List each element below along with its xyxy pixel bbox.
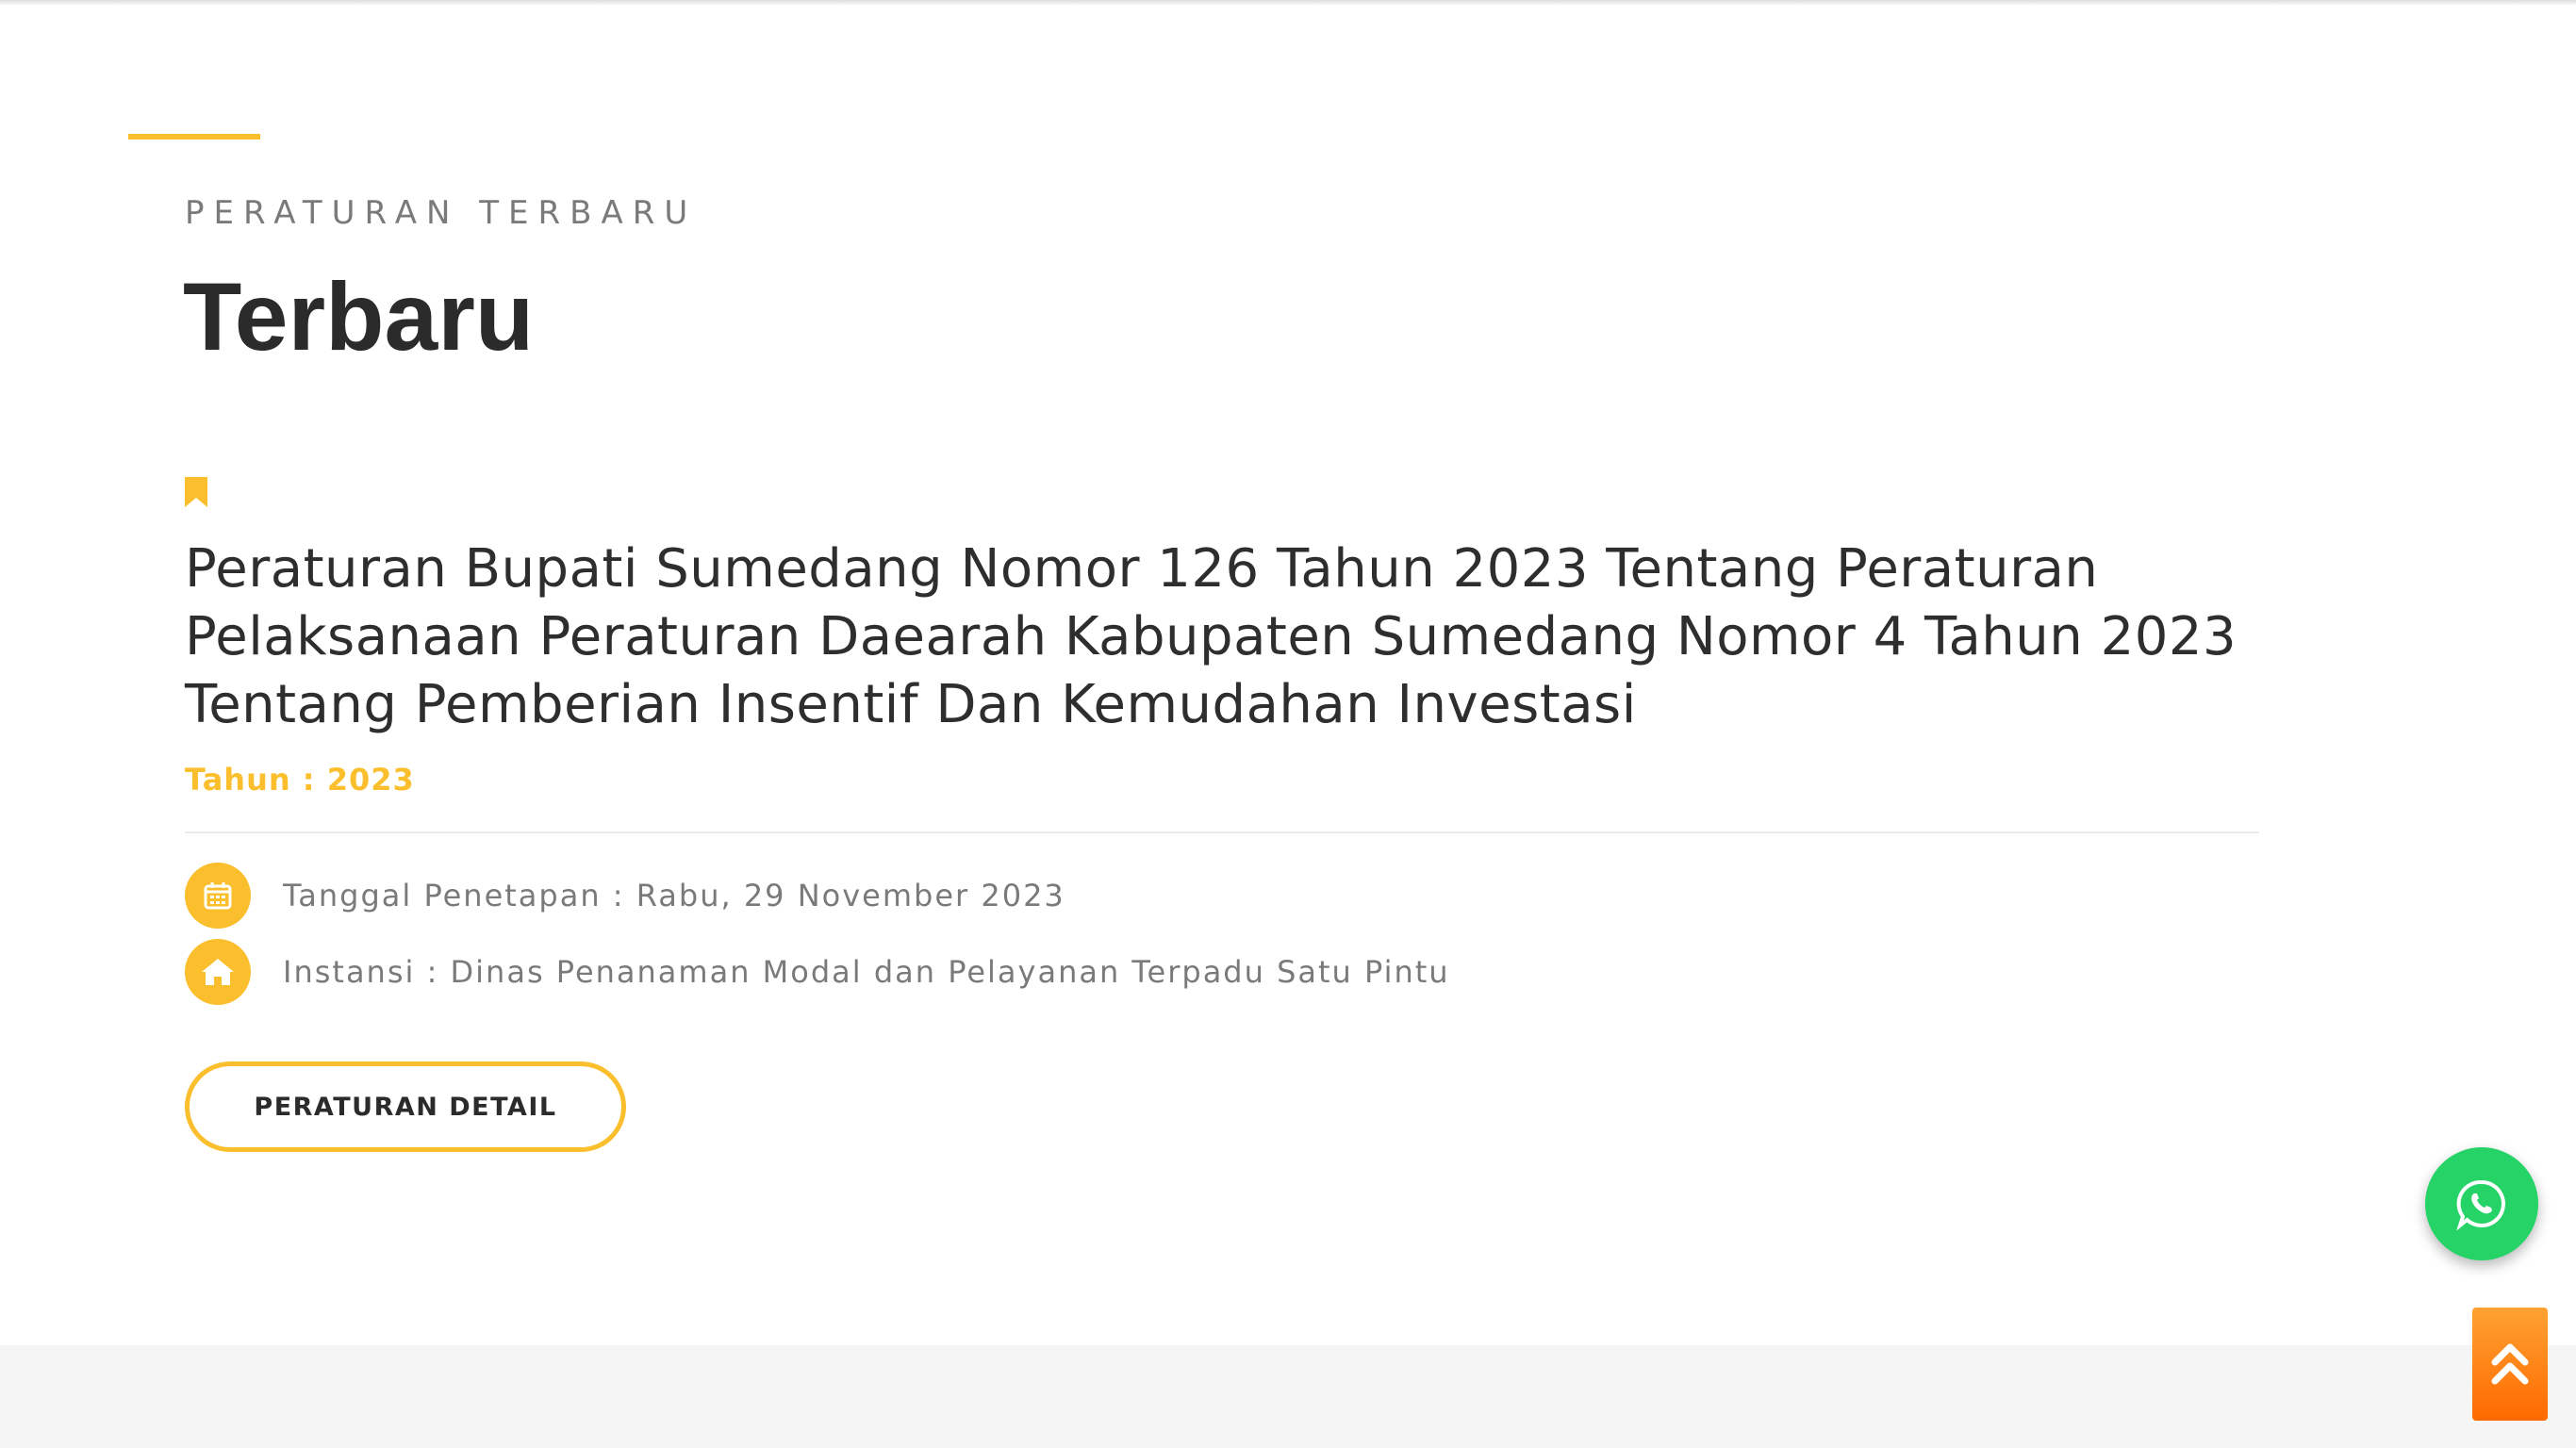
meta-agency-row: Instansi : Dinas Penanaman Modal dan Pel… xyxy=(185,939,1450,1005)
section-accent-line xyxy=(128,134,260,140)
header-shadow xyxy=(0,0,2576,6)
whatsapp-button[interactable] xyxy=(2425,1147,2538,1260)
whatsapp-icon xyxy=(2456,1179,2505,1230)
calendar-icon xyxy=(185,863,251,929)
bookmark-icon xyxy=(185,477,207,507)
home-icon xyxy=(185,939,251,1005)
page: PERATURAN TERBARU Terbaru Peraturan Bupa… xyxy=(0,0,2576,1448)
section-eyebrow: PERATURAN TERBARU xyxy=(185,194,698,232)
regulation-year: Tahun : 2023 xyxy=(185,762,415,798)
scroll-top-button[interactable] xyxy=(2472,1308,2548,1421)
divider xyxy=(185,831,2259,833)
section-title: Terbaru xyxy=(183,263,535,370)
regulation-detail-button[interactable]: PERATURAN DETAIL xyxy=(185,1061,626,1152)
footer-band xyxy=(0,1345,2576,1448)
double-chevron-up-icon xyxy=(2491,1343,2529,1385)
meta-date-text: Tanggal Penetapan : Rabu, 29 November 20… xyxy=(283,878,1065,913)
meta-agency-text: Instansi : Dinas Penanaman Modal dan Pel… xyxy=(283,954,1450,990)
meta-date-row: Tanggal Penetapan : Rabu, 29 November 20… xyxy=(185,863,1065,929)
regulation-title[interactable]: Peraturan Bupati Sumedang Nomor 126 Tahu… xyxy=(185,535,2316,739)
